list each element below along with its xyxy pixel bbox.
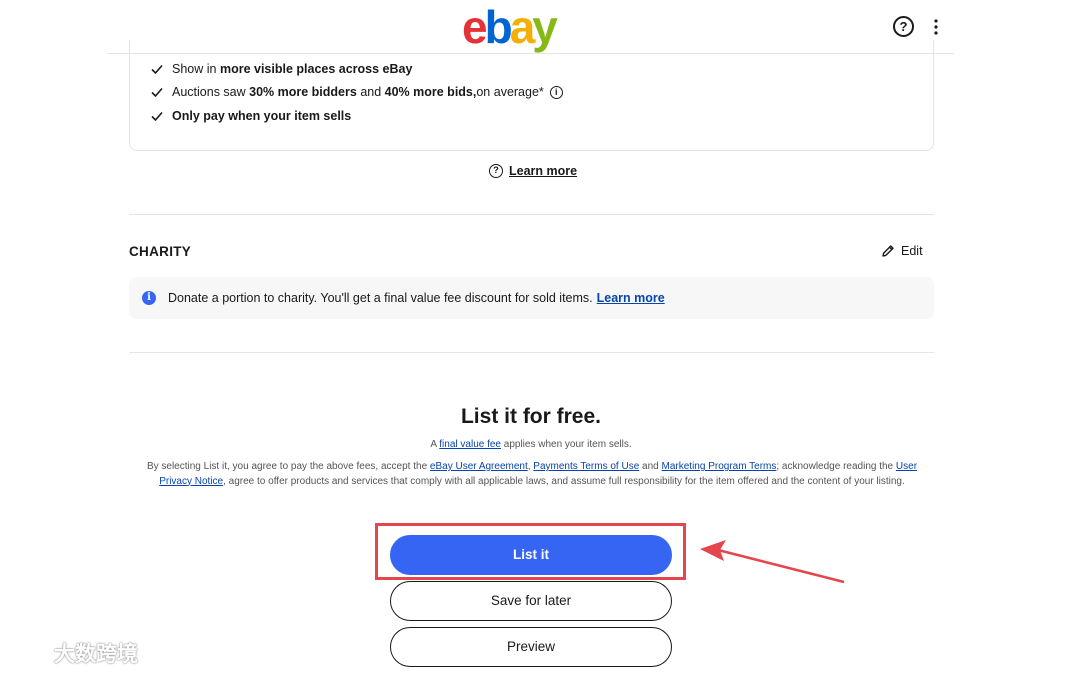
fee-note-pre: A [430,439,440,450]
benefit-text-mid: and [360,85,382,99]
checkmark-icon [151,64,163,75]
benefit-item: Show in more visible places across eBay [150,62,412,76]
benefit-text-post: on average* [476,85,544,99]
watermark-logo-icon [10,642,47,663]
charity-info-banner: i Donate a portion to charity. You'll ge… [129,277,934,319]
list-it-button[interactable]: List it [390,535,672,575]
preview-button[interactable]: Preview [390,627,672,667]
benefit-text-bold2: 40% more bids, [384,85,477,99]
final-value-fee-link[interactable]: final value fee [439,439,501,450]
fee-note: A final value fee applies when your item… [0,439,1062,450]
learn-more-row: ? Learn more [489,164,577,178]
info-icon[interactable]: i [549,85,563,99]
charity-section-title: CHARITY [129,244,192,259]
legal-text: ; acknowledge reading the [776,461,896,472]
benefits-card: Show in more visible places across eBay … [129,40,934,151]
section-divider [129,214,934,215]
benefit-text-bold: 30% more bidders [249,85,357,99]
legal-disclaimer: By selecting List it, you agree to pay t… [138,460,926,489]
question-circle-icon[interactable]: ? [893,16,914,37]
question-circle-icon: ? [489,164,503,178]
benefit-text-bold: more visible places across eBay [219,62,413,76]
fee-note-post: applies when your item sells. [501,439,632,450]
vertical-dots-icon[interactable] [930,17,942,37]
page: ebay ? Show in more visible places acros… [0,0,1080,674]
benefit-text-bold: Only pay when your item sells [172,109,352,123]
pencil-icon [882,245,894,257]
edit-label: Edit [901,244,923,258]
payments-terms-link[interactable]: Payments Terms of Use [533,461,639,472]
charity-learn-more-link[interactable]: Learn more [597,291,665,305]
benefit-text-pre: Auctions saw [172,85,246,99]
legal-text: and [639,461,662,472]
charity-message: Donate a portion to charity. You'll get … [168,291,593,305]
watermark: 大数跨境 [8,638,138,668]
info-icon: i [142,291,156,305]
legal-text: , agree to offer products and services t… [223,475,905,487]
benefit-text-pre: Show in [172,62,217,76]
marketing-terms-link[interactable]: Marketing Program Terms [662,461,777,472]
watermark-text: 大数跨境 [54,643,138,666]
edit-charity-button[interactable]: Edit [881,244,923,258]
benefit-item: Only pay when your item sells [150,109,351,123]
list-for-free-heading: List it for free. [460,405,602,428]
annotation-arrow-icon [700,540,845,584]
checkmark-icon [151,87,163,98]
legal-text: By selecting List it, you agree to pay t… [146,461,430,472]
user-agreement-link[interactable]: eBay User Agreement [430,461,528,472]
section-divider [129,352,934,353]
checkmark-icon [151,111,163,122]
benefit-item: Auctions saw 30% more bidders and 40% mo… [150,85,563,99]
save-for-later-button[interactable]: Save for later [390,581,672,621]
learn-more-link[interactable]: Learn more [509,164,577,178]
